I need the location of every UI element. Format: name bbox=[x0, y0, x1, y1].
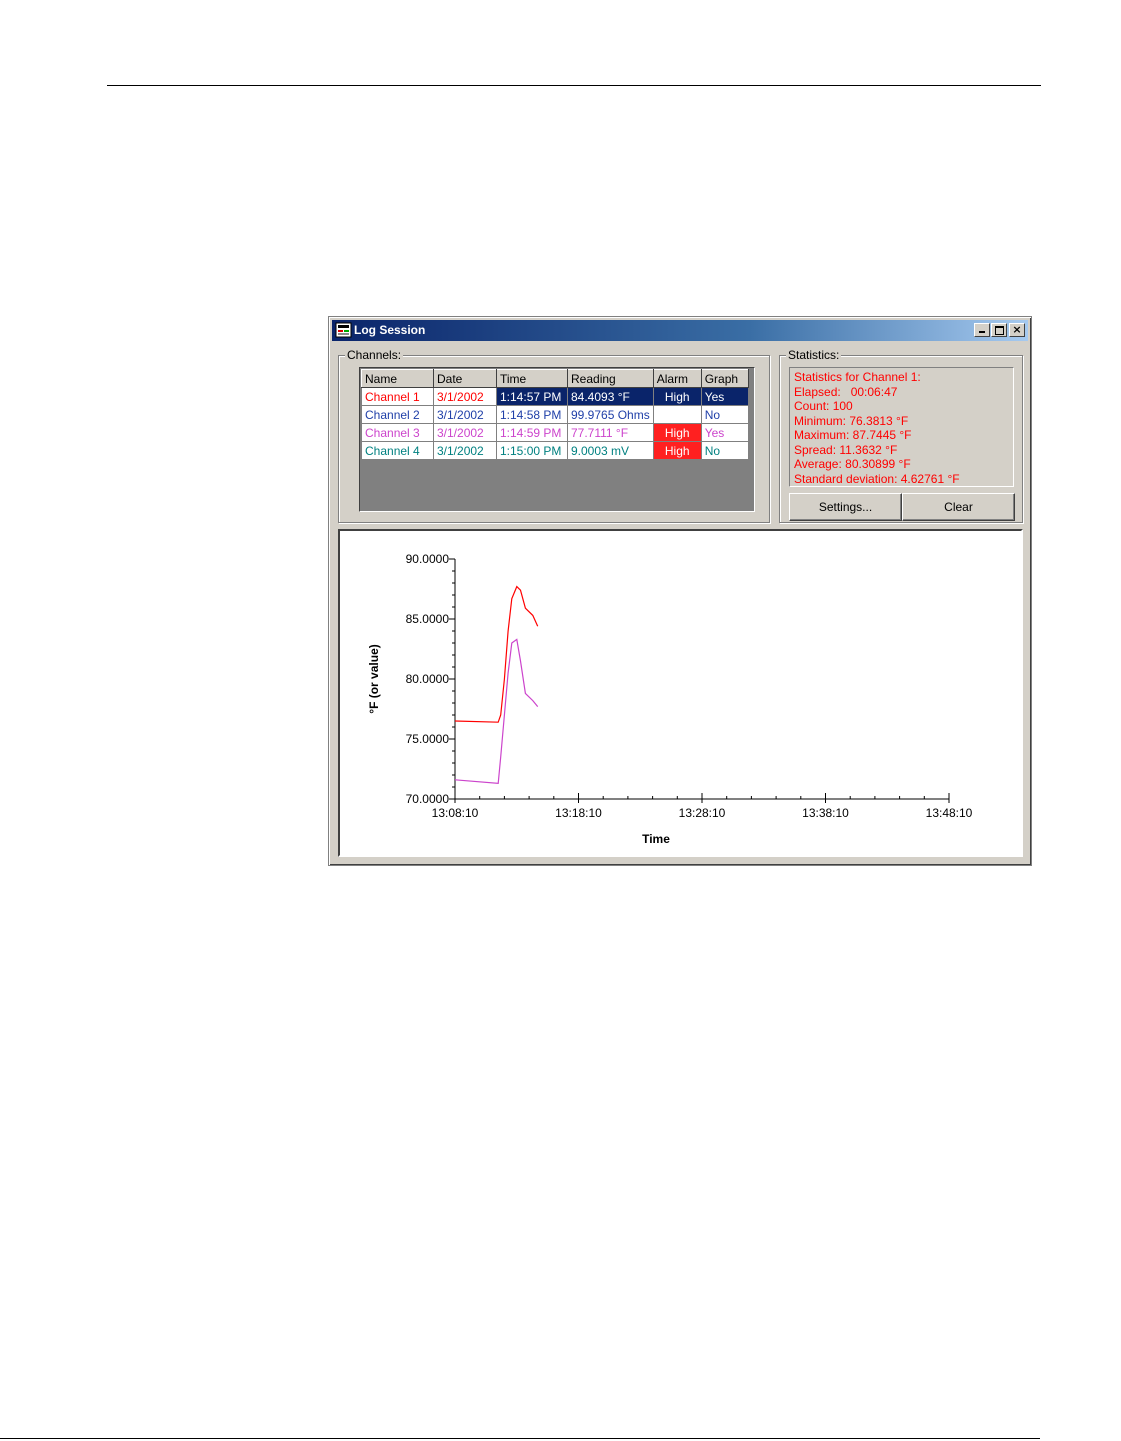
statistics-line: Minimum: 76.3813 °F bbox=[794, 413, 909, 428]
column-header-time[interactable]: Time bbox=[496, 369, 568, 388]
clear-button[interactable]: Clear bbox=[902, 493, 1015, 521]
minimize-button[interactable] bbox=[974, 323, 990, 337]
log-session-window: Log Session × Channels: Name Date Time R… bbox=[328, 316, 1032, 866]
title-bar[interactable]: Log Session × bbox=[332, 320, 1028, 341]
table-row[interactable]: Channel 2 3/1/2002 1:14:58 PM 99.9765 Ohms N… bbox=[361, 405, 749, 424]
maximize-button[interactable] bbox=[991, 323, 1007, 337]
statistics-label: Statistics: bbox=[786, 348, 842, 362]
y-tick-label: 80.0000 bbox=[406, 672, 450, 686]
window-title: Log Session bbox=[354, 323, 426, 337]
cell-reading: 77.7111 °F bbox=[567, 423, 654, 442]
x-tick-label: 13:08:10 bbox=[432, 806, 479, 820]
cell-time: 1:14:59 PM bbox=[496, 423, 568, 442]
x-tick-label: 13:48:10 bbox=[926, 806, 973, 820]
chart-svg: 90.0000 85.0000 80.0000 75.0000 70.000013:08… bbox=[367, 552, 973, 846]
cell-date: 3/1/2002 bbox=[433, 423, 497, 442]
y-tick-label: 70.0000 bbox=[406, 792, 450, 806]
x-tick-label: 13:28:10 bbox=[679, 806, 726, 820]
settings-button-label: Settings... bbox=[818, 500, 873, 514]
table-header-row: Name Date Time Reading Alarm Graph bbox=[361, 369, 749, 388]
statistics-line: Statistics for Channel 1: bbox=[794, 370, 921, 384]
page-bottom-rule bbox=[0, 1438, 1040, 1439]
table-row[interactable]: Channel 1 3/1/2002 1:14:57 PM 84.4093 °F Hig… bbox=[361, 387, 749, 406]
statistics-line: Elapsed: 00:06:47 bbox=[794, 384, 898, 399]
column-header-name[interactable]: Name bbox=[361, 369, 434, 388]
cell-date: 3/1/2002 bbox=[433, 387, 497, 406]
clear-button-label: Clear bbox=[944, 500, 973, 514]
minimize-icon bbox=[979, 331, 985, 333]
cell-time: 1:14:58 PM bbox=[496, 405, 568, 424]
statistics-line: Spread: 11.3632 °F bbox=[794, 442, 898, 457]
cell-alarm: High bbox=[652, 423, 702, 442]
channels-label: Channels: bbox=[345, 348, 404, 362]
column-header-reading[interactable]: Reading bbox=[567, 369, 654, 388]
maximize-icon bbox=[994, 326, 1004, 335]
cell-reading: 9.0003 mV bbox=[567, 441, 654, 460]
column-header-alarm[interactable]: Alarm bbox=[652, 369, 702, 388]
cell-name: Channel 4 bbox=[361, 441, 434, 460]
statistics-line: Standard deviation: 4.62761 °F bbox=[794, 471, 960, 486]
cell-alarm bbox=[652, 405, 702, 424]
cell-reading: 84.4093 °F bbox=[567, 387, 654, 406]
y-tick-label: 90.0000 bbox=[406, 552, 450, 566]
x-axis-title: Time bbox=[642, 832, 670, 846]
close-button[interactable]: × bbox=[1009, 323, 1025, 337]
page-top-rule bbox=[107, 85, 1041, 86]
cell-date: 3/1/2002 bbox=[433, 405, 497, 424]
table-row[interactable]: Channel 3 3/1/2002 1:14:59 PM 77.7111 °F Hig… bbox=[361, 423, 749, 442]
cell-graph: No bbox=[700, 405, 749, 424]
cell-alarm: High bbox=[652, 387, 702, 406]
column-header-graph[interactable]: Graph bbox=[700, 369, 749, 388]
statistics-line: Average: 80.30899 °F bbox=[794, 457, 911, 471]
statistics-line: Maximum: 87.7445 °F bbox=[794, 428, 912, 442]
cell-name: Channel 2 bbox=[361, 405, 434, 424]
series-line-2 bbox=[454, 638, 539, 785]
x-tick-label: 13:38:10 bbox=[802, 806, 849, 820]
statistics-text: Statistics for Channel 1: Elapsed: 00:06:… bbox=[789, 367, 1014, 487]
cell-graph: Yes bbox=[700, 387, 749, 406]
channels-group: Channels: Name Date Time Reading Alarm G… bbox=[338, 348, 770, 523]
cell-name: Channel 1 bbox=[361, 387, 434, 406]
cell-date: 3/1/2002 bbox=[433, 441, 497, 460]
column-header-date[interactable]: Date bbox=[433, 369, 497, 388]
settings-button[interactable]: Settings... bbox=[789, 493, 902, 521]
cell-name: Channel 3 bbox=[361, 423, 434, 442]
cell-time: 1:15:00 PM bbox=[496, 441, 568, 460]
channels-grid[interactable]: Name Date Time Reading Alarm Graph Chann… bbox=[359, 367, 755, 512]
table-row[interactable]: Channel 4 3/1/2002 1:15:00 PM 9.0003 mV High… bbox=[361, 441, 749, 460]
cell-alarm: High bbox=[652, 441, 702, 460]
cell-reading: 99.9765 Ohms bbox=[567, 405, 654, 424]
y-axis-title: °F (or value) bbox=[367, 644, 381, 713]
channels-table: Name Date Time Reading Alarm Graph Chann… bbox=[361, 369, 749, 460]
chart-panel: 90.0000 85.0000 80.0000 75.0000 70.0000 13:08… bbox=[338, 529, 1023, 857]
cell-graph: Yes bbox=[700, 423, 749, 442]
series-line-1 bbox=[454, 585, 539, 723]
statistics-group: Statistics: Statistics for Channel 1: Ela… bbox=[779, 348, 1023, 523]
x-tick-label: 13:18:10 bbox=[555, 806, 602, 820]
log-session-app-icon bbox=[335, 322, 352, 338]
cell-graph: No bbox=[700, 441, 749, 460]
cell-time: 1:14:57 PM bbox=[496, 387, 568, 406]
y-tick-label: 85.0000 bbox=[406, 612, 450, 626]
statistics-line: Count: 100 bbox=[794, 399, 853, 413]
close-icon: × bbox=[1012, 323, 1022, 336]
y-tick-label: 75.0000 bbox=[406, 732, 450, 746]
